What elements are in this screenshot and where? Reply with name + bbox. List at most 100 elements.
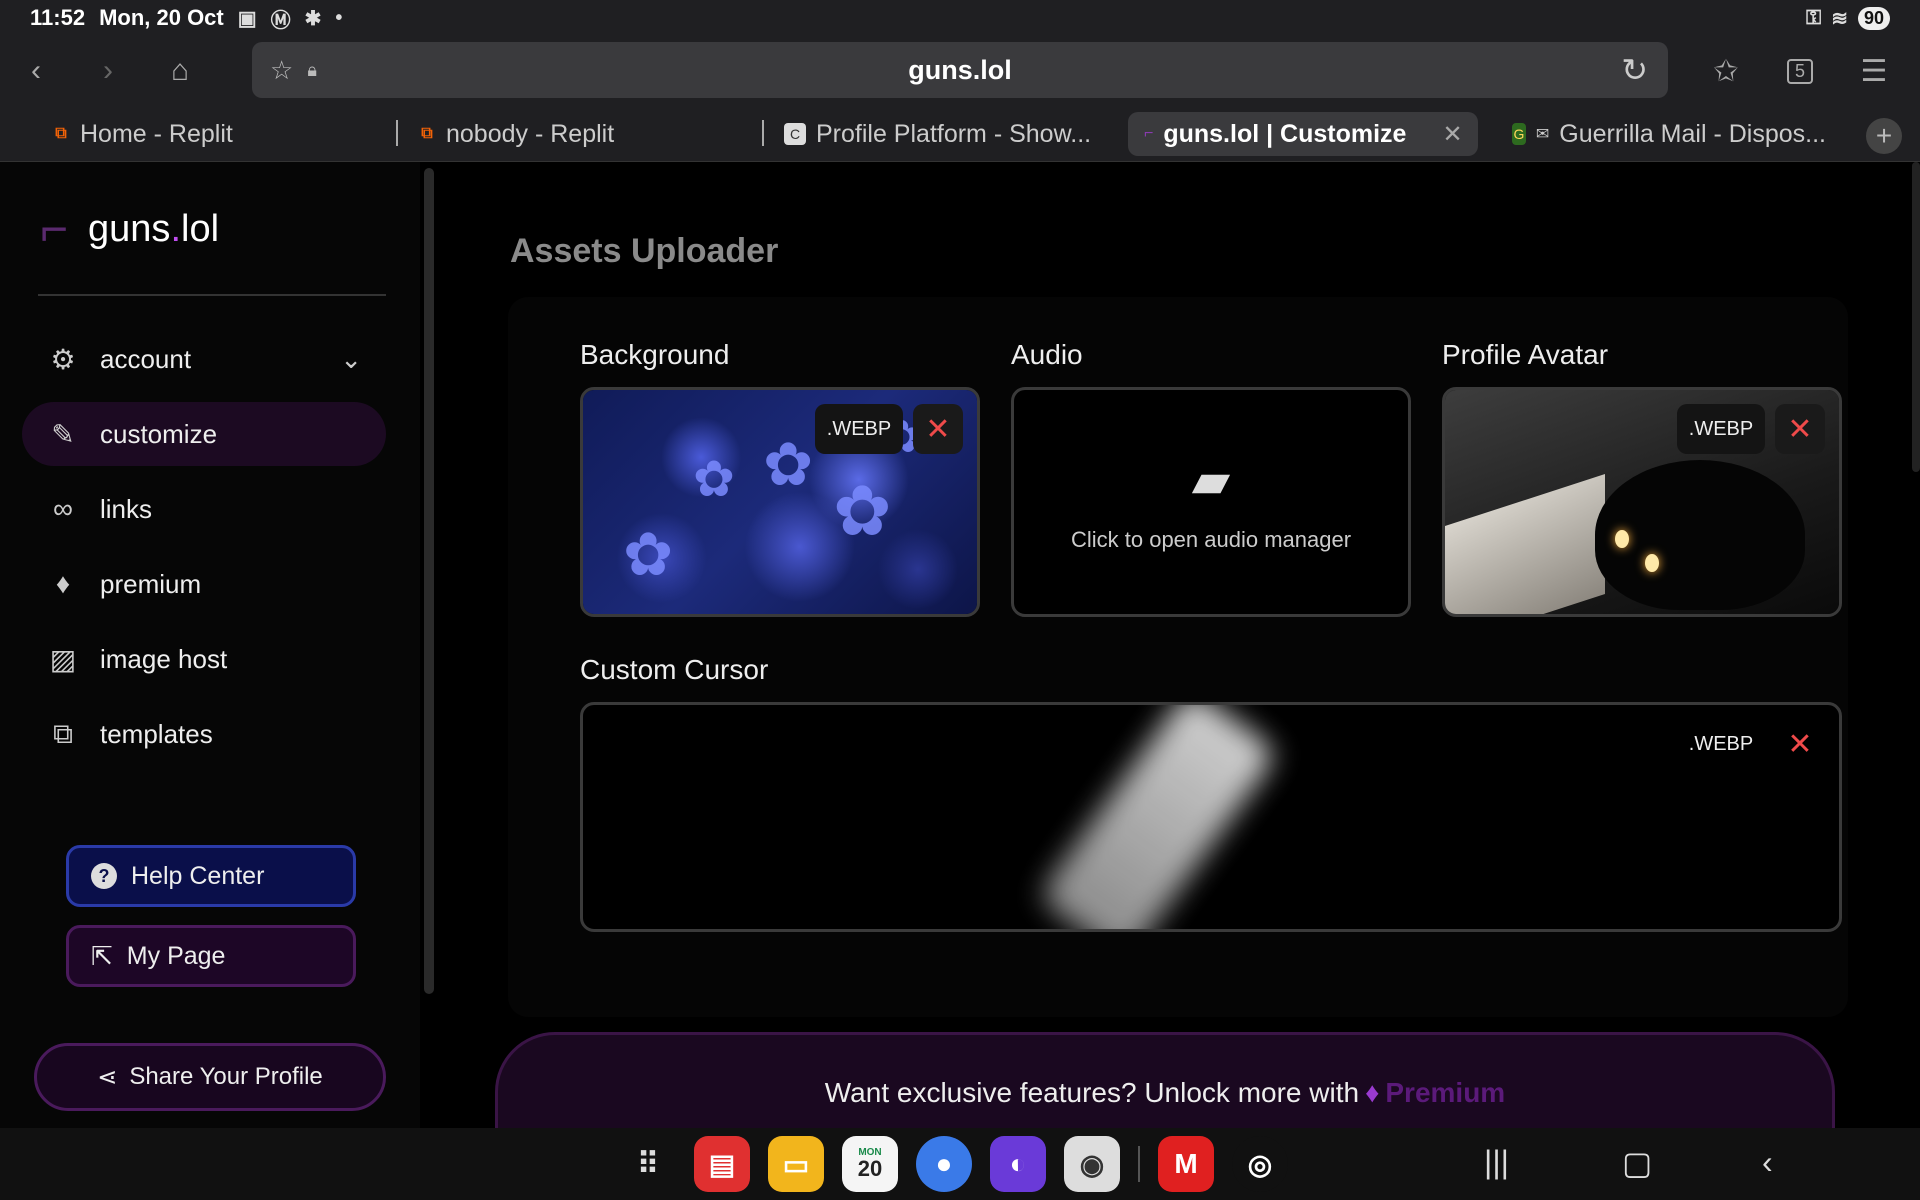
logo-divider (38, 294, 386, 296)
back-button[interactable]: ‹ (0, 41, 72, 101)
sidebar-item-label: customize (100, 418, 218, 449)
back-nav-button[interactable]: ‹ (1762, 1144, 1773, 1181)
sidebar-item-customize[interactable]: ✎ customize (22, 402, 386, 466)
envelope-icon: ✉ (1535, 126, 1550, 143)
share-icon: ⋖ (97, 1063, 118, 1091)
dock-separator (1138, 1146, 1140, 1182)
tab-title: Guerrilla Mail - Dispos... (1559, 119, 1826, 148)
page-scrollbar[interactable] (1912, 162, 1920, 472)
sidebar-item-premium[interactable]: ♦ premium (22, 552, 386, 616)
camera-app-icon[interactable]: ◉ (1064, 1136, 1120, 1192)
gun-logo-icon: ⌐ (40, 203, 69, 256)
c-site-icon: C (784, 123, 806, 145)
sidebar-item-image-host[interactable]: ▨ image host (22, 627, 386, 691)
replit-icon: ⧉ (421, 125, 433, 142)
close-icon: ✕ (1787, 727, 1813, 761)
help-center-button[interactable]: ? Help Center (66, 845, 356, 907)
wifi-icon: ≋ (1831, 7, 1848, 30)
my-page-label: My Page (126, 941, 226, 970)
sidebar-item-label: premium (100, 568, 202, 599)
files-app-icon[interactable]: ▭ (768, 1136, 824, 1192)
sidebar-item-account[interactable]: ⚙ account ⌄ (22, 327, 386, 391)
brush-icon: ✎ (51, 418, 75, 450)
tab-title: nobody - Replit (446, 119, 615, 148)
home-button[interactable]: ⌂ (144, 41, 216, 101)
calendar-app-icon[interactable]: MON 20 (842, 1136, 898, 1192)
remove-avatar-button[interactable]: ✕ (1775, 404, 1825, 454)
plus-icon: + (1875, 120, 1893, 151)
diamond-icon: ♦ (55, 568, 71, 599)
lock-icon: 🔒︎ (307, 59, 317, 80)
tab-count: 5 (1786, 58, 1813, 84)
blossom-decoration: ✿ (623, 521, 674, 588)
user-settings-icon: ⚙ (50, 343, 76, 375)
bookmarks-button[interactable]: ✩ (1690, 41, 1762, 101)
gmail-notification-icon: Ⓜ (270, 9, 291, 32)
forward-icon: › (103, 54, 113, 87)
sidebar-item-links[interactable]: ∞ links (22, 477, 386, 541)
messages-app-icon[interactable]: ● (916, 1136, 972, 1192)
audio-manager-tile[interactable]: ▰ Click to open audio manager (1011, 387, 1411, 617)
tab-home-replit[interactable]: ⧉ Home - Replit (36, 112, 396, 156)
app-drawer-icon[interactable]: ⠿ (620, 1136, 676, 1192)
close-icon: ✕ (925, 412, 951, 446)
sidebar-item-templates[interactable]: ⧉ templates (22, 702, 386, 766)
internet-browser-icon[interactable]: ◐ (990, 1136, 1046, 1192)
cursor-upload-tile[interactable]: .WEBP ✕ (580, 702, 1842, 932)
tab-nobody-replit[interactable]: ⧉ nobody - Replit (402, 112, 762, 156)
calendar-day: 20 (857, 1156, 883, 1181)
gmail-app-icon[interactable]: M (1158, 1136, 1214, 1192)
cursor-preview-image (1037, 705, 1279, 929)
github-app-icon[interactable]: ◎ (1232, 1136, 1288, 1192)
menu-button[interactable]: ☰ (1838, 41, 1910, 101)
logo-text: guns.lol (88, 208, 220, 250)
url-text[interactable]: guns.lol (252, 55, 1668, 86)
status-bar: 11:52 Mon, 20 Oct ▣ Ⓜ ✱ • ⚿ ≋ 90 (0, 0, 1920, 36)
home-nav-button[interactable]: ▢ (1622, 1144, 1652, 1182)
back-icon: ‹ (31, 54, 41, 87)
tab-profile-platform[interactable]: C Profile Platform - Show... (768, 112, 1124, 156)
tab-guns-customize[interactable]: ⌐ guns.lol | Customize ✕ (1128, 112, 1478, 156)
remove-cursor-button[interactable]: ✕ (1775, 719, 1825, 769)
reload-icon[interactable]: ↻ (1621, 51, 1648, 89)
recent-apps-button[interactable]: ||| (1484, 1144, 1509, 1181)
tab-title: Home - Replit (80, 119, 233, 148)
app-notification-icon: ✱ (304, 7, 322, 30)
forward-button[interactable]: › (72, 41, 144, 101)
sidebar-scrollbar[interactable] (424, 168, 434, 994)
more-notifications-icon: • (335, 6, 343, 29)
site-logo[interactable]: ⌐ guns.lol (40, 202, 219, 257)
address-bar[interactable]: ☆ 🔒︎ guns.lol ↻ (252, 42, 1668, 98)
share-profile-button[interactable]: ⋖ Share Your Profile (34, 1043, 386, 1111)
file-format-badge: .WEBP (815, 404, 903, 454)
chevron-down-icon: ⌄ (340, 343, 362, 374)
help-center-label: Help Center (131, 861, 265, 890)
tabs-button[interactable]: 5 (1764, 41, 1836, 101)
replit-icon: ⧉ (55, 125, 67, 142)
close-icon: ✕ (1787, 412, 1813, 446)
sidebar-item-label: links (100, 493, 153, 524)
tab-guerrilla-mail[interactable]: G ✉ Guerrilla Mail - Dispos... (1496, 112, 1842, 156)
remove-background-button[interactable]: ✕ (913, 404, 963, 454)
folder-edit-icon: ▰ (1191, 452, 1231, 508)
sidebar-item-label: templates (100, 718, 213, 749)
bookmark-star-icon[interactable]: ☆ (270, 55, 293, 86)
guerrilla-mail-icon: G (1512, 123, 1526, 145)
audio-label: Audio (1011, 339, 1083, 370)
tab-separator (396, 120, 398, 146)
blossom-decoration: ✿ (833, 472, 892, 550)
my-page-button[interactable]: ⇱ My Page (66, 925, 356, 987)
app-dock: ⠿ ▤ ▭ MON 20 ● ◐ ◉ M ◎ (620, 1136, 1288, 1192)
status-date: Mon, 20 Oct (99, 5, 224, 30)
tab-separator (762, 120, 764, 146)
avatar-upload-tile[interactable]: .WEBP ✕ (1442, 387, 1842, 617)
background-upload-tile[interactable]: ✿ ✿ ✿ ✿ ✿ .WEBP ✕ (580, 387, 980, 617)
custom-cursor-label: Custom Cursor (580, 654, 769, 685)
tab-strip: ⧉ Home - Replit ⧉ nobody - Replit C Prof… (0, 106, 1920, 162)
new-tab-button[interactable]: + (1866, 118, 1902, 154)
notes-app-icon[interactable]: ▤ (694, 1136, 750, 1192)
blossom-decoration: ✿ (693, 451, 735, 507)
tab-title: Profile Platform - Show... (816, 119, 1092, 148)
close-tab-icon[interactable]: ✕ (1442, 120, 1462, 149)
hamburger-menu-icon: ☰ (1860, 54, 1888, 88)
